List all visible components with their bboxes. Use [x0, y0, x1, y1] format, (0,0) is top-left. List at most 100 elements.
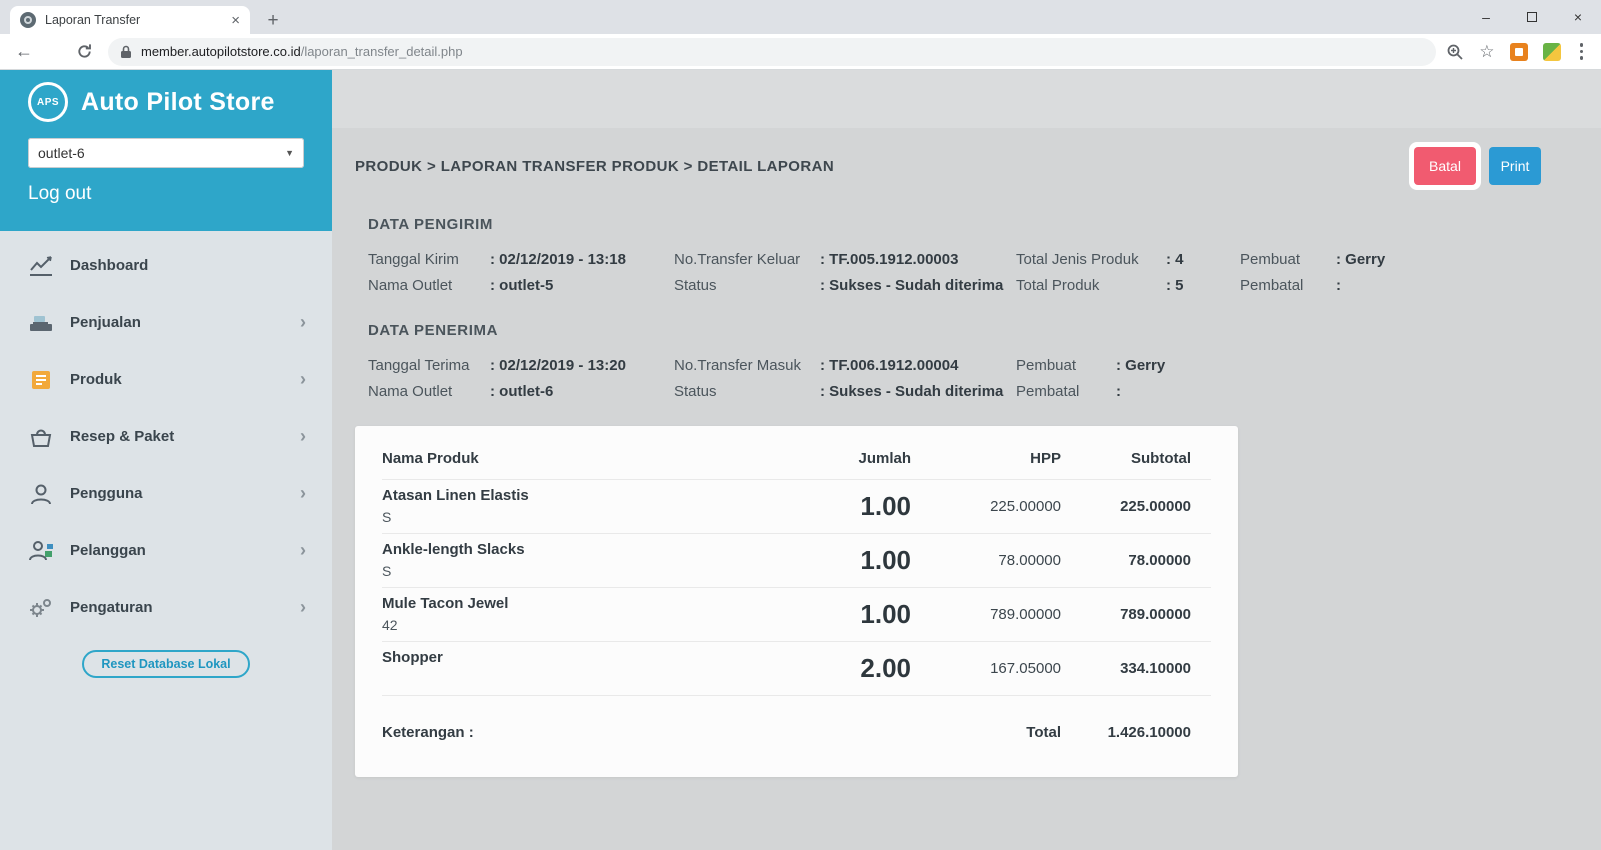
settings-icon: [26, 597, 56, 619]
sidebar-item-label: Dashboard: [70, 257, 149, 274]
field-label: Total Produk: [1016, 277, 1100, 294]
sidebar-item-penjualan[interactable]: Penjualan ›: [0, 294, 332, 351]
sidebar-item-label: Penjualan: [70, 314, 141, 331]
main-content: PRODUK > LAPORAN TRANSFER PRODUK > DETAI…: [332, 70, 1601, 850]
print-button[interactable]: Print: [1489, 147, 1541, 185]
pengirim-fields: Tanggal Kirim : 02/12/2019 - 13:18 No.Tr…: [368, 251, 1601, 294]
site-favicon-icon: [20, 12, 36, 28]
aps-logo: APS: [28, 82, 68, 122]
batal-button[interactable]: Batal: [1414, 147, 1476, 185]
sidebar-item-pengguna[interactable]: Pengguna ›: [0, 465, 332, 522]
window-minimize-button[interactable]: –: [1463, 0, 1509, 34]
outlet-select[interactable]: outlet-6 ▼: [28, 138, 304, 168]
product-qty: 2.00: [860, 653, 911, 683]
back-icon[interactable]: ←: [10, 38, 38, 66]
user-icon: [26, 483, 56, 505]
field-label: No.Transfer Keluar: [674, 251, 801, 268]
field-value: : TF.005.1912.00003: [820, 251, 959, 268]
penerima-section-title: DATA PENERIMA: [368, 322, 499, 339]
product-qty: 1.00: [860, 599, 911, 629]
extension-icon-2[interactable]: [1542, 42, 1561, 61]
extension-icon-1[interactable]: [1509, 42, 1528, 61]
field-value: : 02/12/2019 - 13:20: [490, 357, 626, 374]
zoom-icon[interactable]: [1446, 43, 1464, 61]
product-subtotal: 225.00000: [1120, 498, 1191, 515]
field-value: : Gerry: [1336, 251, 1386, 268]
tab-close-icon[interactable]: ×: [231, 13, 240, 28]
field-label: Status: [674, 383, 717, 400]
total-value: 1.426.10000: [1107, 724, 1191, 741]
table-header-row: Nama Produk Jumlah HPP Subtotal: [382, 438, 1211, 480]
field-label: Tanggal Terima: [368, 357, 470, 374]
sidebar-item-label: Pengguna: [70, 485, 143, 502]
field-label: Status: [674, 277, 717, 294]
chevron-right-icon: ›: [300, 369, 306, 389]
total-label: Total: [1026, 724, 1061, 741]
batal-button-focus-ring: Batal: [1409, 142, 1481, 190]
recipe-icon: [26, 426, 56, 448]
chevron-right-icon: ›: [300, 426, 306, 446]
sidebar: APS Auto Pilot Store outlet-6 ▼ Log out …: [0, 70, 332, 850]
product-hpp: 789.00000: [990, 606, 1061, 623]
outlet-select-value: outlet-6: [38, 145, 85, 161]
breadcrumb: PRODUK > LAPORAN TRANSFER PRODUK > DETAI…: [355, 157, 835, 175]
product-qty: 1.00: [860, 545, 911, 575]
sidebar-item-label: Pengaturan: [70, 599, 153, 616]
product-name: Atasan Linen Elastis: [382, 487, 529, 504]
product-subtotal: 334.10000: [1120, 660, 1191, 677]
reset-database-button[interactable]: Reset Database Lokal: [82, 650, 250, 678]
sidebar-item-label: Produk: [70, 371, 122, 388]
table-row: Mule Tacon Jewel 42 1.00 789.00000 789.0…: [382, 588, 1211, 642]
reload-icon[interactable]: [70, 38, 98, 66]
lock-icon: [121, 45, 131, 58]
sidebar-item-pengaturan[interactable]: Pengaturan ›: [0, 579, 332, 636]
chevron-down-icon: ▼: [285, 148, 294, 158]
field-label: Tanggal Kirim: [368, 251, 459, 268]
browser-menu-icon[interactable]: [1576, 43, 1588, 60]
product-hpp: 78.00000: [998, 552, 1061, 569]
product-variant: S: [382, 563, 392, 579]
sidebar-item-pelanggan[interactable]: Pelanggan ›: [0, 522, 332, 579]
sidebar-item-resep-paket[interactable]: Resep & Paket ›: [0, 408, 332, 465]
window-close-button[interactable]: ×: [1555, 0, 1601, 34]
bookmark-star-icon[interactable]: ☆: [1479, 43, 1494, 60]
field-value: : TF.006.1912.00004: [820, 357, 959, 374]
product-icon: [26, 369, 56, 391]
column-header: Nama Produk: [382, 450, 479, 467]
field-value: : Sukses - Sudah diterima: [820, 383, 1004, 400]
window-maximize-button[interactable]: [1509, 0, 1555, 34]
product-variant: [382, 671, 761, 688]
sidebar-item-produk[interactable]: Produk ›: [0, 351, 332, 408]
dashboard-icon: [26, 255, 56, 277]
browser-tab[interactable]: Laporan Transfer ×: [10, 6, 250, 34]
product-subtotal: 78.00000: [1128, 552, 1191, 569]
tab-strip: Laporan Transfer × + – ×: [0, 0, 1601, 34]
penerima-fields: Tanggal Terima : 02/12/2019 - 13:20 No.T…: [368, 357, 1601, 400]
table-footer-row: Keterangan : Total 1.426.10000: [382, 724, 1211, 741]
keterangan-label: Keterangan :: [382, 724, 474, 741]
product-name: Ankle-length Slacks: [382, 541, 525, 558]
chevron-right-icon: ›: [300, 483, 306, 503]
product-name: Shopper: [382, 649, 443, 666]
sales-icon: [26, 312, 56, 334]
browser-toolbar: ← member.autopilotstore.co.id/laporan_tr…: [0, 34, 1601, 70]
maximize-icon: [1527, 12, 1537, 22]
product-variant: 42: [382, 617, 398, 633]
product-name: Mule Tacon Jewel: [382, 595, 509, 612]
logout-link[interactable]: Log out: [28, 183, 91, 205]
product-table-card: Nama Produk Jumlah HPP Subtotal Atasan L…: [355, 426, 1238, 777]
table-row: Ankle-length Slacks S 1.00 78.00000 78.0…: [382, 534, 1211, 588]
address-bar[interactable]: member.autopilotstore.co.id/laporan_tran…: [108, 37, 1437, 66]
field-label: Total Jenis Produk: [1016, 251, 1139, 268]
column-header: Jumlah: [858, 450, 911, 467]
sidebar-header: APS Auto Pilot Store outlet-6 ▼ Log out: [0, 70, 332, 231]
field-label: Pembuat: [1016, 357, 1077, 374]
field-value: : 4: [1166, 251, 1184, 268]
chevron-right-icon: ›: [300, 597, 306, 617]
new-tab-button[interactable]: +: [258, 8, 288, 34]
sidebar-item-dashboard[interactable]: Dashboard: [0, 237, 332, 294]
column-header: Subtotal: [1131, 450, 1191, 467]
field-value: :: [1116, 383, 1121, 400]
field-label: No.Transfer Masuk: [674, 357, 801, 374]
product-hpp: 167.05000: [990, 660, 1061, 677]
